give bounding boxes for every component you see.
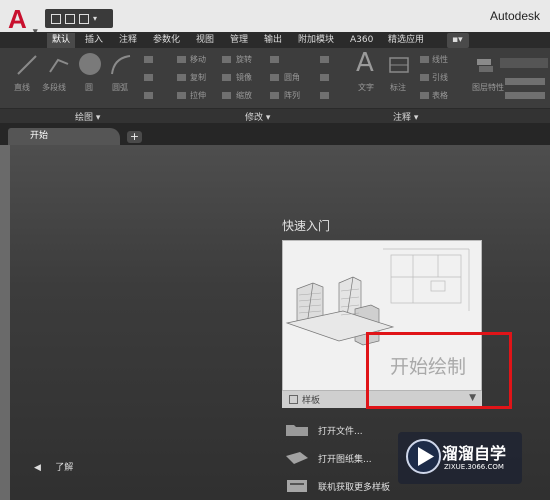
rectangle-tool-icon[interactable] [144,56,153,63]
open-file-icon[interactable] [65,13,75,24]
arc-tool-icon[interactable] [110,54,132,76]
learn-label: 了解 [55,463,74,473]
open-folder-icon [286,425,308,436]
panel-draw[interactable]: 绘图 ▾ [75,110,100,123]
ribbon-toggle-icon[interactable]: ▪▾ [447,33,469,48]
move-tool-label[interactable]: 移动 [190,54,206,65]
dimension-tool-icon[interactable] [388,54,410,76]
layer-dropdown[interactable] [500,58,548,68]
leader-tool-label[interactable]: 引线 [432,72,448,83]
line-tool-icon[interactable] [16,54,38,76]
left-edge-strip [0,145,10,500]
polyline-tool-icon[interactable] [48,54,70,76]
autocad-logo-icon: A [8,4,27,34]
learn-link[interactable]: ◀ 了解 [34,460,73,473]
circle-tool-label: 圆 [85,83,93,92]
array-tool-icon[interactable] [270,92,279,99]
quick-start-title: 快速入门 [282,219,331,233]
template-label: 样板 [302,396,321,406]
sheet-set-icon [286,452,308,464]
table-tool-icon[interactable] [420,92,429,99]
tab-annotate[interactable]: 注释 [114,33,142,48]
watermark-title: 溜溜自学 [442,444,507,463]
polyline-tool-label: 多段线 [42,83,66,92]
fillet-tool-label[interactable]: 圆角 [284,72,300,83]
tab-a360[interactable]: A360 [345,33,378,48]
mirror-tool-label[interactable]: 镜像 [236,72,252,83]
rotate-tool-icon[interactable] [222,56,231,63]
play-logo-icon [406,439,441,474]
new-file-icon[interactable] [51,13,61,24]
open-files-label: 打开文件... [318,427,363,437]
tab-view[interactable]: 视图 [191,33,219,48]
tab-manage[interactable]: 管理 [225,33,253,48]
open-files-link[interactable]: 打开文件... [286,422,406,440]
online-templates-label: 联机获取更多样板 [318,483,391,493]
trim-tool-icon[interactable] [270,56,279,63]
scale-tool-label[interactable]: 缩放 [236,90,252,101]
table-tool-label[interactable]: 表格 [432,90,448,101]
online-templates-link[interactable]: 联机获取更多样板 [286,478,406,496]
layer-properties-label: 图层特性 [472,83,504,92]
open-sheet-set-label: 打开图纸集... [318,455,372,465]
tab-parametric[interactable]: 参数化 [148,33,185,48]
copy-tool-icon[interactable] [177,74,186,81]
template-icon [289,395,298,404]
layer-tools-row[interactable] [505,78,545,85]
copy-tool-label[interactable]: 复制 [190,72,206,83]
ribbon-panel-labels: 绘图 ▾ 修改 ▾ 注释 ▾ [0,108,550,123]
app-title: Autodesk [489,9,540,23]
circle-tool-icon[interactable] [78,52,102,76]
tab-default[interactable]: 默认 [47,33,76,48]
move-tool-icon[interactable] [177,56,186,63]
application-menu-button[interactable]: A ▾ [8,4,44,36]
tab-featured-apps[interactable]: 精选应用 [383,33,429,48]
text-tool-label: 文字 [358,83,374,92]
left-arrow-icon: ◀ [34,463,41,473]
tab-output[interactable]: 输出 [259,33,287,48]
customize-dropdown-icon[interactable]: ▾ [93,14,103,24]
open-sheet-set-link[interactable]: 打开图纸集... [286,450,406,468]
hatch-tool-icon[interactable] [144,74,153,81]
panel-modify[interactable]: 修改 ▾ [245,110,270,123]
scale-tool-icon[interactable] [222,92,231,99]
dimension-tool-label: 标注 [390,83,406,92]
watermark: 溜溜自学 ZIXUE.3066.COM [398,432,522,484]
tab-start[interactable]: 开始 [8,128,120,145]
leader-tool-icon[interactable] [420,74,429,81]
arc-tool-label: 圆弧 [112,83,128,92]
layer-tools-row-2[interactable] [505,92,545,99]
tab-addins[interactable]: 附加模块 [293,33,339,48]
linear-dim-icon[interactable] [420,56,429,63]
mirror-tool-icon[interactable] [222,74,231,81]
red-highlight-box [366,332,512,409]
stretch-tool-icon[interactable] [177,92,186,99]
file-tab-bar: 开始 + [0,123,550,145]
add-tab-button[interactable]: + [127,131,142,143]
stretch-tool-label[interactable]: 拉伸 [190,90,206,101]
erase-tool-icon[interactable] [320,56,329,63]
quick-access-toolbar: ▾ [45,9,113,28]
panel-annotate[interactable]: 注释 ▾ [393,110,418,123]
rotate-tool-label[interactable]: 旋转 [236,54,252,65]
fillet-tool-icon[interactable] [270,74,279,81]
offset-tool-icon[interactable] [320,92,329,99]
line-tool-label: 直线 [14,83,30,92]
text-tool-icon[interactable]: A [356,48,374,78]
autocad-window: A ▾ ▾ Autodesk 默认 插入 注释 参数化 视图 管理 输出 附加模… [0,0,550,500]
watermark-subtitle: ZIXUE.3066.COM [444,463,504,471]
online-templates-icon [287,480,307,492]
array-tool-label[interactable]: 阵列 [284,90,300,101]
ribbon-tab-bar: 默认 插入 注释 参数化 视图 管理 输出 附加模块 A360 精选应用 ▪▾ [0,32,550,48]
region-tool-icon[interactable] [144,92,153,99]
title-bar: A ▾ ▾ Autodesk [0,0,550,36]
explode-tool-icon[interactable] [320,74,329,81]
layer-properties-icon[interactable] [474,56,496,78]
save-file-icon[interactable] [79,13,89,24]
linear-dim-label[interactable]: 线性 [432,54,448,65]
tab-insert[interactable]: 插入 [80,33,108,48]
